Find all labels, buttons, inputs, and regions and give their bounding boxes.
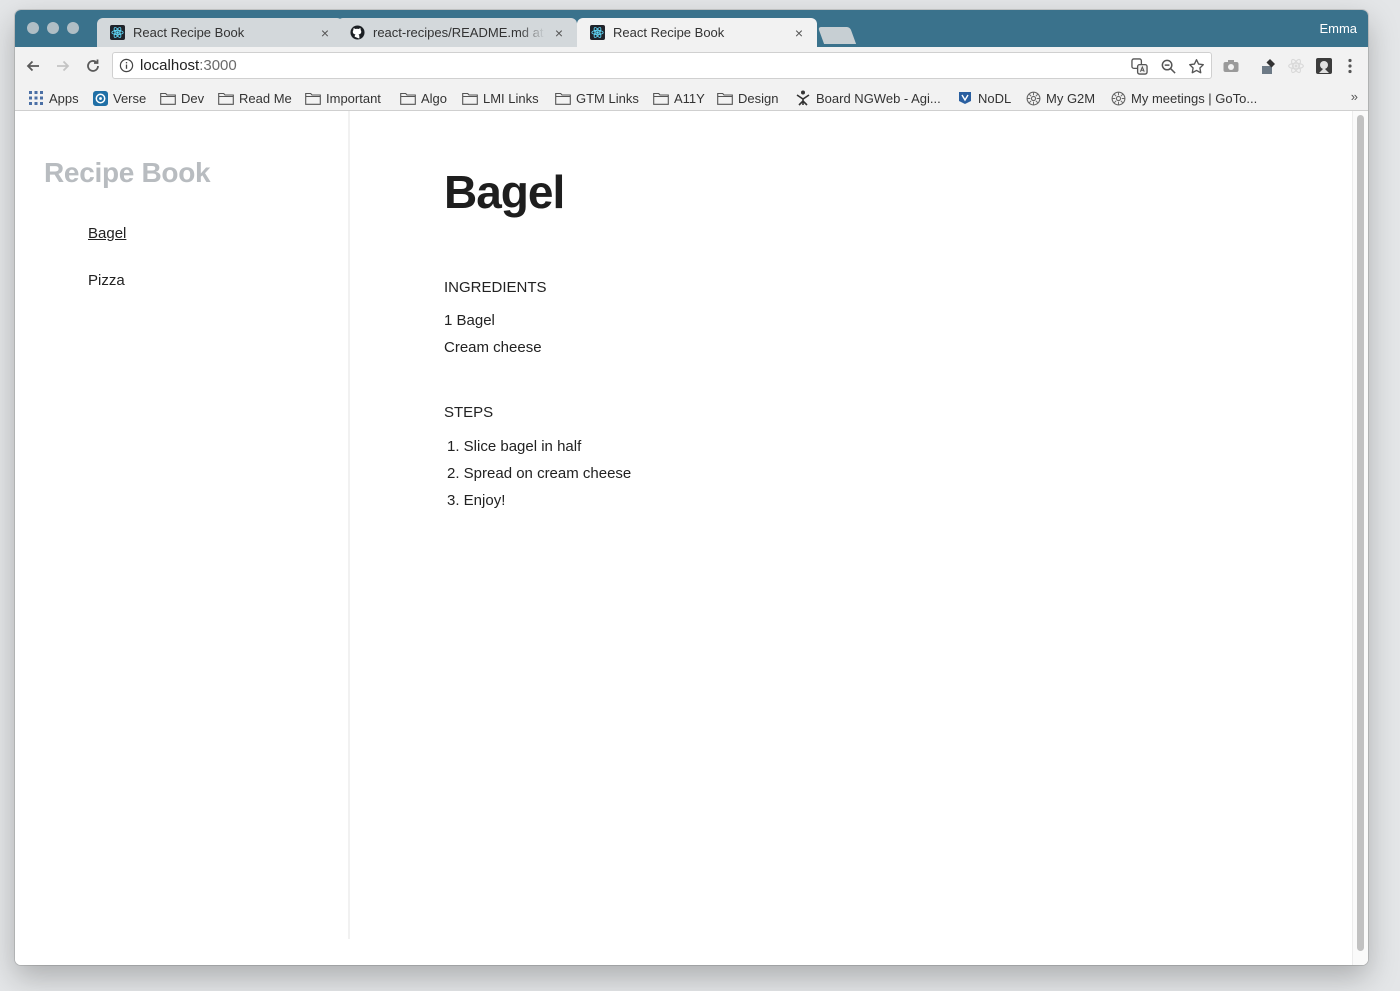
bookmark-label: Important (326, 90, 381, 106)
app-brand: Recipe Book (44, 157, 211, 188)
bookmark-label: A11Y (674, 90, 705, 106)
tab-title: react-recipes/README.md at r (373, 25, 545, 40)
zoom-out-icon[interactable] (1159, 57, 1177, 75)
browser-toolbar: localhost:3000 (15, 47, 1368, 85)
folder-icon (717, 91, 733, 105)
extension-icon[interactable] (1314, 56, 1334, 76)
bookmark-design[interactable]: Design (717, 88, 778, 108)
translate-icon[interactable] (1130, 57, 1148, 75)
bookmark-important[interactable]: Important (305, 88, 381, 108)
scrollbar[interactable] (1352, 111, 1368, 965)
bookmark-lmi-links[interactable]: LMI Links (462, 88, 539, 108)
close-window-button[interactable] (27, 22, 39, 34)
board-icon (795, 90, 811, 106)
bookmark-star-icon[interactable] (1187, 57, 1205, 75)
bookmark-label: Design (738, 90, 779, 106)
bookmark-my-g2m[interactable]: My G2M (1025, 88, 1095, 108)
bookmark-nodl[interactable]: NoDL (957, 88, 1011, 108)
step-item: 3. Enjoy! (447, 492, 506, 509)
bookmark-label: Verse (113, 90, 147, 106)
new-tab-button[interactable] (817, 27, 857, 44)
tab-close-icon[interactable]: × (317, 25, 333, 41)
tab-title: React Recipe Book (613, 25, 725, 40)
scrollbar-thumb[interactable] (1357, 115, 1364, 951)
sidebar: Recipe Book Bagel Pizza (15, 111, 350, 939)
bookmark-label: Read Me (239, 90, 292, 106)
step-item: 1. Slice bagel in half (447, 438, 582, 455)
folder-icon (305, 91, 321, 105)
page-viewport: Recipe Book Bagel Pizza Bagel INGREDIENT… (15, 111, 1368, 965)
verse-icon (92, 90, 108, 106)
bookmark-label: Dev (181, 90, 205, 106)
apps-grid-icon (28, 91, 44, 105)
steps-heading: STEPS (444, 404, 494, 421)
back-button[interactable] (22, 55, 44, 77)
more-menu-icon[interactable] (1340, 56, 1360, 76)
gear-badge-icon (1025, 91, 1041, 105)
bookmark-board-ngweb[interactable]: Board NGWeb - Agi... (795, 88, 941, 108)
tab-title: React Recipe Book (133, 25, 245, 40)
nav-link-pizza[interactable]: Pizza (88, 272, 125, 289)
tab-readme[interactable]: react-recipes/README.md at r × (337, 18, 577, 47)
folder-icon (653, 91, 669, 105)
tab-close-icon[interactable]: × (551, 25, 567, 41)
gear-badge-icon (1110, 91, 1126, 105)
react-icon (589, 25, 605, 41)
react-icon (109, 25, 125, 41)
nav-link-bagel[interactable]: Bagel (88, 225, 126, 242)
bookmark-label: Board NGWeb - Agi... (816, 90, 941, 106)
minimize-window-button[interactable] (47, 22, 59, 34)
tab-close-icon[interactable]: × (791, 25, 807, 41)
url-port: :3000 (199, 57, 237, 74)
react-devtools-icon[interactable] (1286, 56, 1306, 76)
bookmark-verse[interactable]: Verse (92, 88, 146, 108)
arrow-right-icon (57, 60, 70, 72)
bookmark-gtm-links[interactable]: GTM Links (555, 88, 639, 108)
tab-react-recipe-book-active[interactable]: React Recipe Book × (577, 18, 817, 47)
step-item: 2. Spread on cream cheese (447, 465, 632, 482)
profile-name[interactable]: Emma (1319, 21, 1357, 36)
github-icon (349, 25, 365, 41)
bookmark-label: LMI Links (483, 90, 539, 106)
nodl-icon (957, 91, 973, 105)
reload-icon (87, 59, 99, 72)
ingredient-item: 1 Bagel (444, 312, 495, 329)
info-icon[interactable] (119, 58, 134, 78)
bookmark-dev[interactable]: Dev (160, 88, 204, 108)
forward-button[interactable] (52, 55, 74, 77)
tab-react-recipe-book[interactable]: React Recipe Book × (97, 18, 343, 47)
bookmark-my-meetings[interactable]: My meetings | GoTo... (1110, 88, 1257, 108)
eyedropper-icon[interactable] (1258, 56, 1278, 76)
bookmark-label: My G2M (1046, 90, 1096, 106)
folder-icon (400, 91, 416, 105)
arrow-left-icon (26, 60, 39, 72)
bookmark-algo[interactable]: Algo (400, 88, 447, 108)
zoom-window-button[interactable] (67, 22, 79, 34)
tab-strip: React Recipe Book × react-recipes/README… (15, 10, 1368, 47)
bookmark-label: NoDL (978, 90, 1012, 106)
browser-window: React Recipe Book × react-recipes/README… (15, 10, 1368, 965)
camera-icon[interactable] (1221, 56, 1241, 76)
url-host: localhost (140, 57, 200, 74)
bookmarks-bar: Apps Verse Dev Read Me Important Algo LM… (15, 85, 1368, 111)
bookmarks-overflow-chevron-icon[interactable]: » (1351, 89, 1358, 104)
bookmark-a11y[interactable]: A11Y (653, 88, 705, 108)
ingredient-item: Cream cheese (444, 339, 542, 356)
bookmark-label: My meetings | GoTo... (1131, 90, 1258, 106)
url-text[interactable]: localhost:3000 (140, 57, 237, 74)
address-bar[interactable]: localhost:3000 (112, 52, 1212, 79)
folder-icon (462, 91, 478, 105)
bookmark-label: Algo (421, 90, 448, 106)
folder-icon (218, 91, 234, 105)
bookmark-label: GTM Links (576, 90, 639, 106)
reload-button[interactable] (82, 55, 104, 77)
bookmark-apps[interactable]: Apps (28, 88, 79, 108)
folder-icon (160, 91, 176, 105)
bookmark-read-me[interactable]: Read Me (218, 88, 292, 108)
folder-icon (555, 91, 571, 105)
recipe-title: Bagel (444, 166, 565, 218)
bookmark-label: Apps (49, 90, 79, 106)
ingredients-heading: INGREDIENTS (444, 279, 547, 296)
